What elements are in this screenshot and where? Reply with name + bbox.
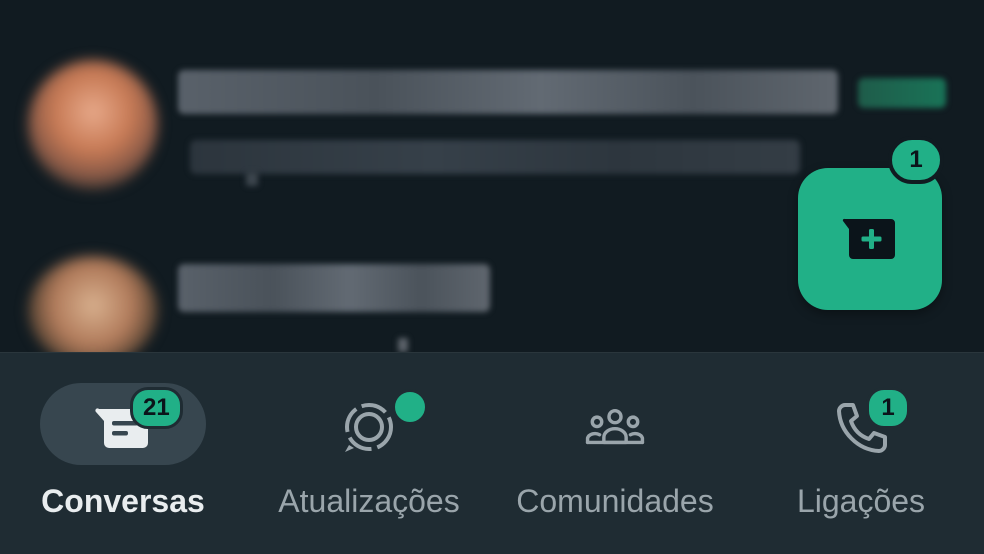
tab-label: Conversas [41, 483, 205, 519]
blurred-timestamp [858, 78, 946, 108]
blurred-message-preview [190, 140, 800, 174]
tab-ligacoes[interactable]: 1 Ligações [738, 353, 984, 554]
tab-atualizacoes[interactable]: Atualizações [246, 353, 492, 554]
whatsapp-screen: 1 21 Conversas Atualizações Comunidades … [0, 0, 984, 554]
blurred-contact-name [178, 264, 490, 312]
avatar [28, 60, 158, 190]
communities-icon [585, 409, 645, 445]
new-chat-button[interactable] [798, 168, 942, 310]
blurred-fragment [398, 338, 408, 352]
tab-label: Comunidades [516, 483, 714, 519]
avatar [28, 256, 158, 366]
missed-calls-badge: 1 [866, 387, 910, 429]
fab-badge: 1 [888, 136, 944, 184]
new-chat-icon [842, 218, 895, 259]
bottom-navigation: 21 Conversas Atualizações Comunidades 1 … [0, 352, 984, 554]
unread-count-badge: 21 [130, 387, 183, 429]
blurred-fragment [246, 172, 258, 186]
tab-comunidades[interactable]: Comunidades [492, 353, 738, 554]
tab-label: Ligações [796, 483, 926, 519]
tab-label: Atualizações [278, 483, 460, 519]
blurred-contact-name [178, 70, 838, 114]
tab-conversas[interactable]: 21 Conversas [0, 353, 246, 554]
status-icon [345, 403, 393, 452]
new-status-dot [392, 389, 428, 425]
